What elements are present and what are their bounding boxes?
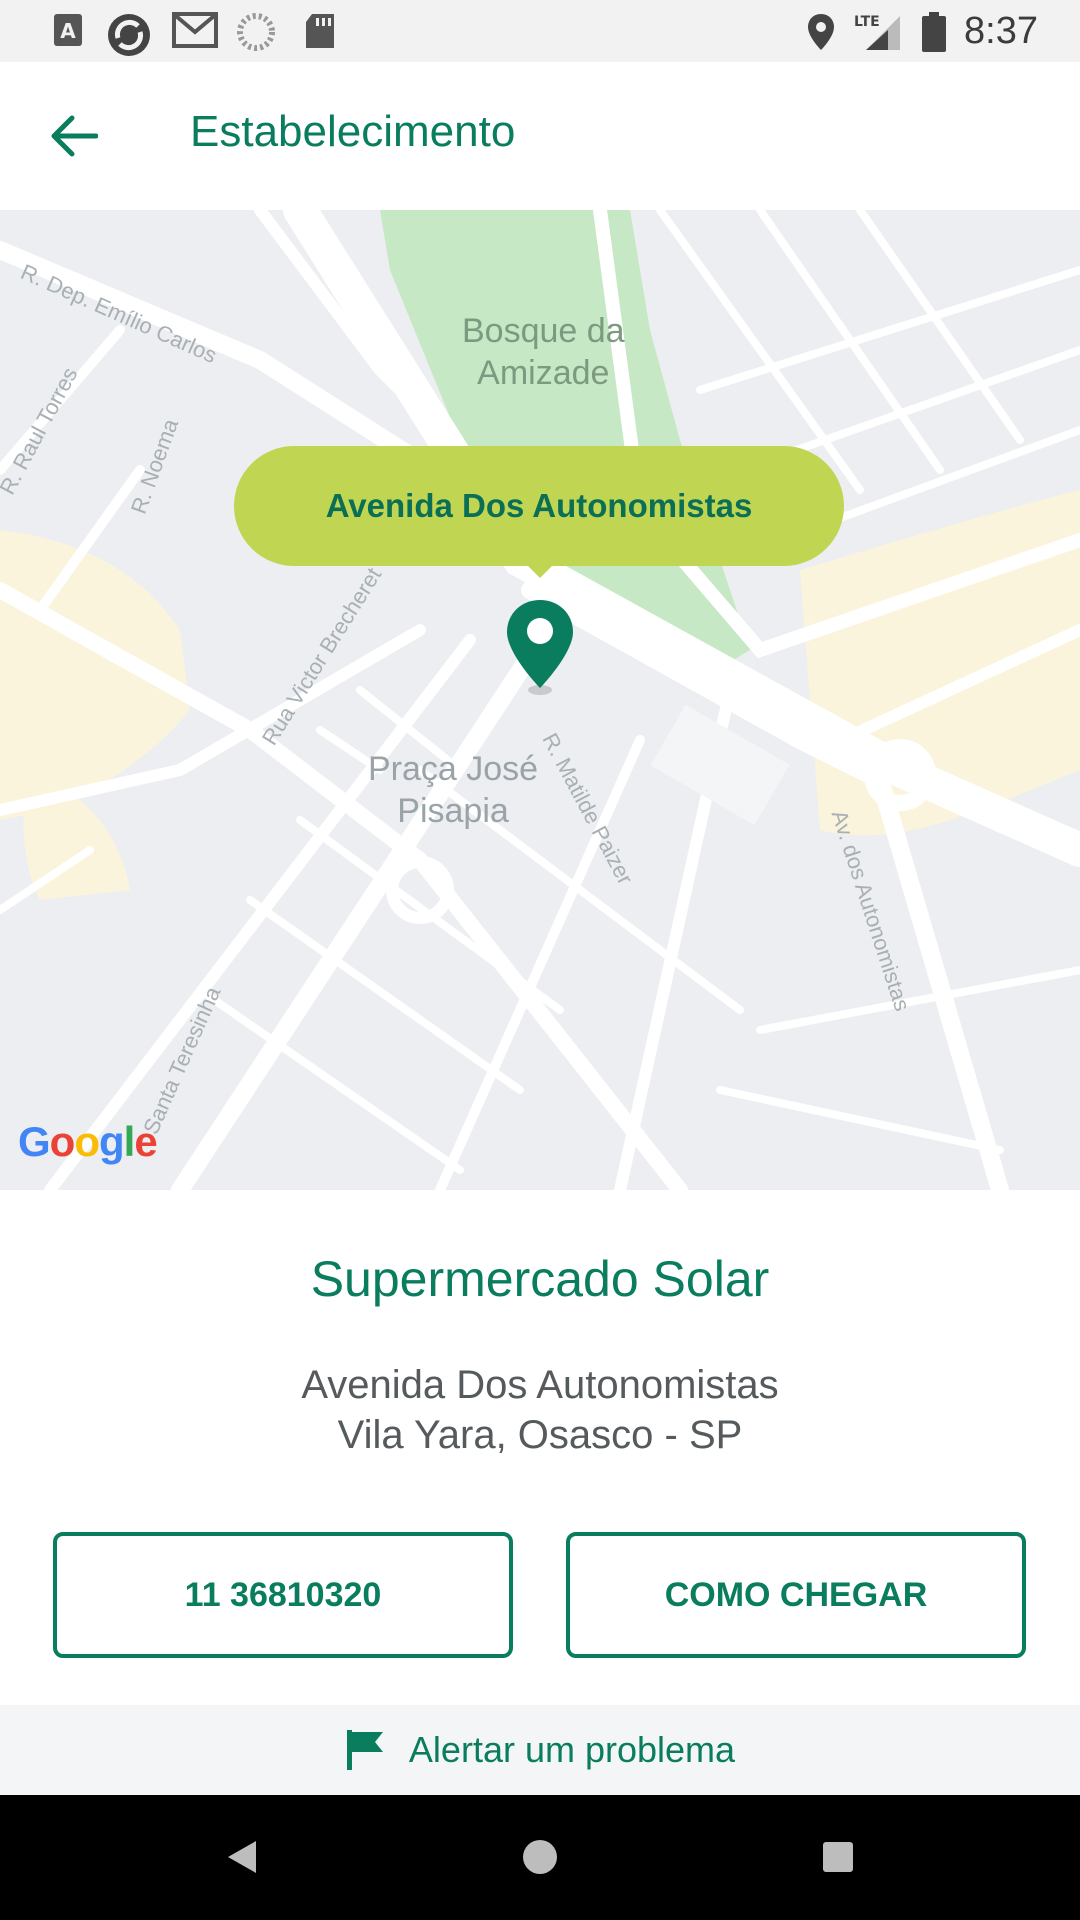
flag-icon <box>346 1730 383 1770</box>
loading-icon <box>237 13 275 51</box>
square-recents-icon <box>823 1842 853 1872</box>
map-view[interactable]: Bosque da Amizade Praça José Pisapia R. De… <box>0 210 1080 1190</box>
nav-home-button[interactable] <box>510 1827 570 1887</box>
triangle-back-icon <box>228 1841 256 1873</box>
sync-icon <box>108 14 150 56</box>
status-bar: A LTE 8:37 <box>0 0 1080 62</box>
google-logo: Google <box>18 1118 158 1165</box>
map-pin-icon[interactable] <box>503 596 577 696</box>
callout-text: Avenida Dos Autonomistas <box>325 487 753 524</box>
svg-text:A: A <box>60 19 76 43</box>
arrow-back-icon <box>51 115 98 157</box>
address-line-1: Avenida Dos Autonomistas <box>301 1363 779 1407</box>
page-title: Estabelecimento <box>190 107 516 156</box>
nav-back-button[interactable] <box>212 1827 272 1887</box>
sd-card-icon <box>306 14 334 48</box>
alert-problem-label: Alertar um problema <box>408 1729 736 1770</box>
location-callout[interactable]: Avenida Dos Autonomistas <box>234 446 844 566</box>
map-label-square: Praça José Pisapia <box>368 750 539 830</box>
address-line-2: Vila Yara, Osasco - SP <box>337 1413 743 1457</box>
battery-icon <box>922 12 946 52</box>
clock: 8:37 <box>964 10 1038 52</box>
directions-button[interactable]: COMO CHEGAR <box>566 1532 1026 1658</box>
circle-home-icon <box>523 1840 557 1874</box>
signal-icon: LTE <box>854 14 900 50</box>
system-nav-bar <box>0 1795 1080 1920</box>
a-icon: A <box>54 14 82 46</box>
phone-button[interactable]: 11 36810320 <box>53 1532 513 1658</box>
network-type: LTE <box>854 14 880 30</box>
callout-tail <box>526 564 554 578</box>
place-name: Supermercado Solar <box>310 1251 770 1307</box>
app-bar: Estabelecimento <box>0 62 1080 210</box>
place-address: Avenida Dos Autonomistas Vila Yara, Osas… <box>0 1360 1080 1460</box>
location-icon <box>808 14 834 50</box>
nav-recents-button[interactable] <box>808 1827 868 1887</box>
back-button[interactable] <box>40 102 108 170</box>
alert-problem-button[interactable]: Alertar um problema <box>0 1705 1080 1795</box>
map-label-park: Bosque da Amizade <box>462 312 625 392</box>
gmail-icon <box>172 12 218 48</box>
